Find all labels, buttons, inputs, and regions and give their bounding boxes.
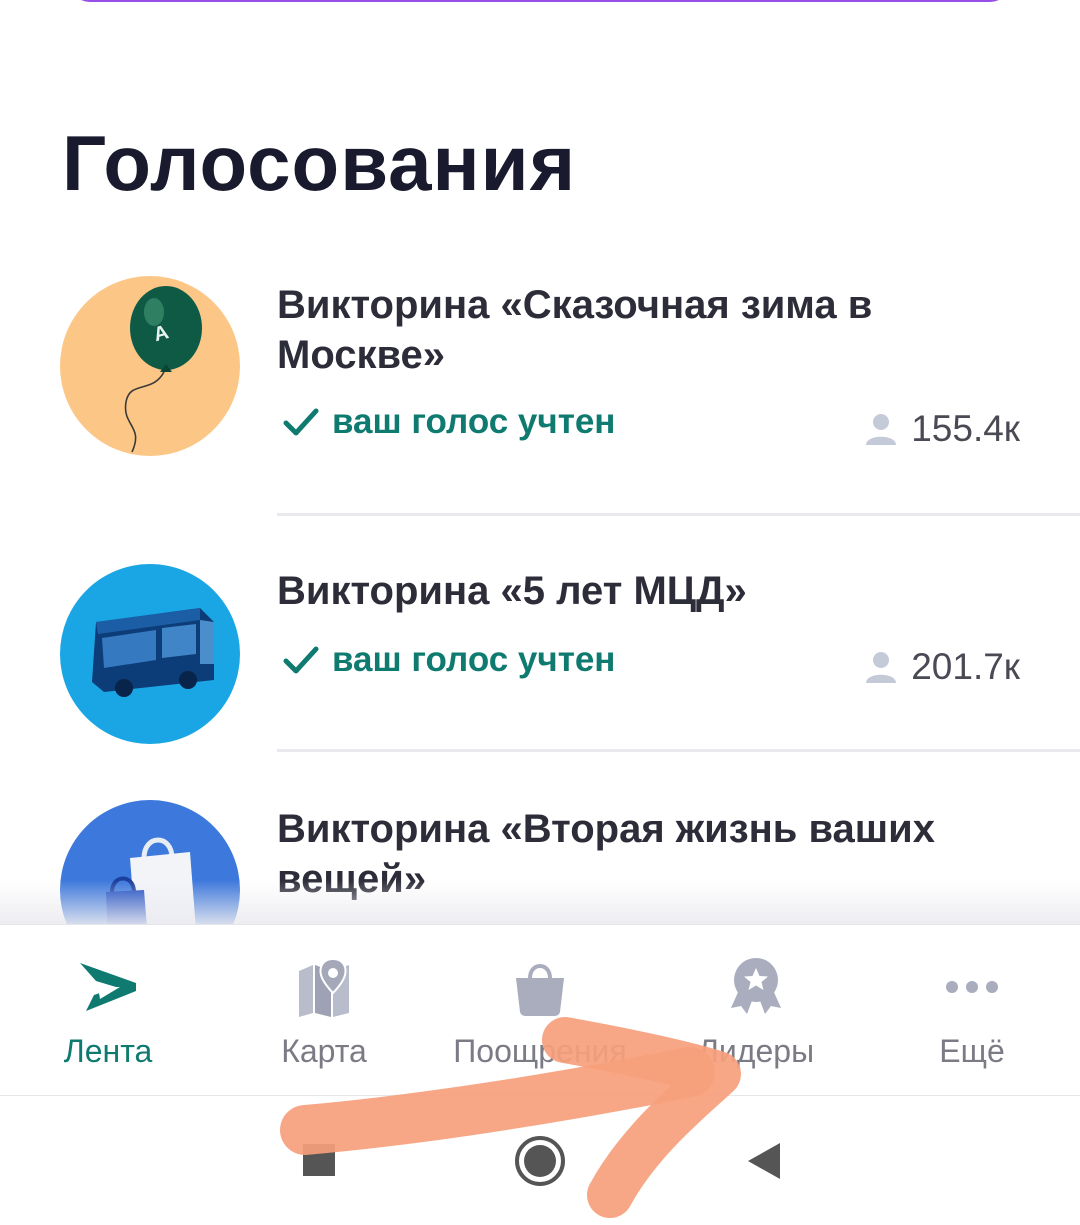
tab-leaders[interactable]: Лидеры [648, 925, 864, 1097]
scroll-fade [0, 880, 1080, 925]
tab-rewards-label: Поощрения [453, 1033, 627, 1069]
medal-icon [720, 955, 792, 1019]
tab-leaders-label: Лидеры [697, 1033, 815, 1069]
home-circle-icon[interactable] [514, 1135, 566, 1187]
previous-card-edge [70, 0, 1010, 2]
map-icon [288, 955, 360, 1019]
shopping-bag-icon [504, 955, 576, 1019]
system-navigation-bar [0, 1097, 1080, 1225]
vote-thumbnail-balloon: A [60, 276, 240, 456]
divider [277, 749, 1080, 752]
tab-map-label: Карта [281, 1033, 367, 1069]
tab-feed[interactable]: Лента [0, 925, 216, 1097]
vote-count-text: 155.4к [911, 408, 1020, 449]
vote-title[interactable]: Викторина «5 лет МЦД» [277, 566, 1037, 616]
vote-status: ваш голос учтен [282, 640, 615, 680]
vote-thumbnail-bus [60, 564, 240, 744]
vote-count-text: 201.7к [911, 646, 1020, 687]
check-icon [283, 408, 319, 436]
vote-item[interactable]: Викторина «5 лет МЦД» ваш голос учтен 20… [0, 560, 1080, 760]
vote-status-text: ваш голос учтен [332, 640, 616, 679]
vote-item[interactable]: A Викторина «Сказочная зима в Москве» ва… [0, 270, 1080, 520]
recents-square-icon[interactable] [302, 1143, 336, 1177]
screen: Голосования A Викторина «Сказочная зима … [0, 0, 1080, 1225]
back-triangle-icon[interactable] [746, 1141, 782, 1181]
vote-participants: 155.4к [863, 408, 1020, 450]
feed-logo-icon [72, 955, 144, 1019]
tab-more[interactable]: Ещё [864, 925, 1080, 1097]
tab-feed-label: Лента [63, 1033, 153, 1069]
more-dots-icon [936, 955, 1008, 1019]
bottom-tab-bar: Лента Карта Поощрения Лидеры Ещё [0, 924, 1080, 1096]
vote-status: ваш голос учтен [282, 402, 615, 442]
tab-rewards[interactable]: Поощрения [432, 925, 648, 1097]
vote-title[interactable]: Викторина «Сказочная зима в Москве» [277, 280, 1037, 380]
page-title: Голосования [62, 119, 577, 207]
divider [277, 513, 1080, 516]
user-icon [866, 652, 897, 683]
check-icon [283, 646, 319, 674]
tab-more-label: Ещё [939, 1033, 1005, 1069]
user-icon [866, 414, 897, 445]
bus-illustration [92, 608, 214, 697]
vote-participants: 201.7к [863, 646, 1020, 688]
tab-map[interactable]: Карта [216, 925, 432, 1097]
balloon-illustration: A [124, 286, 202, 453]
vote-status-text: ваш голос учтен [332, 402, 616, 441]
